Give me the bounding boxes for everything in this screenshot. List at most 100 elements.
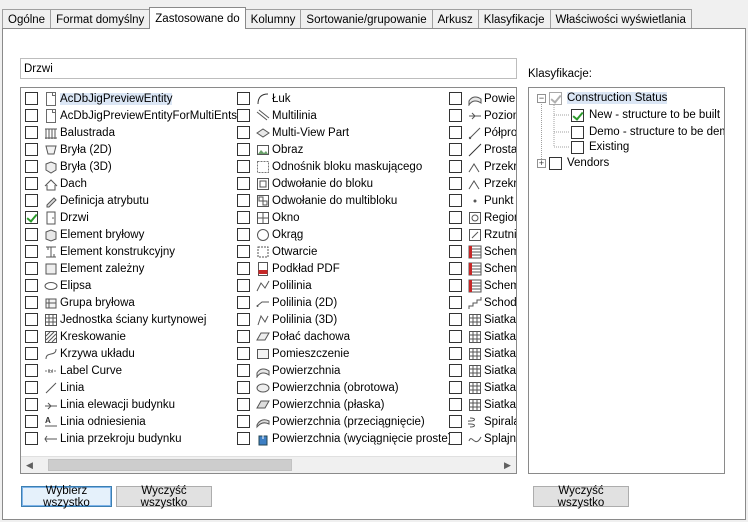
classification-checkbox[interactable] xyxy=(571,140,584,154)
object-type-checkbox[interactable] xyxy=(237,160,250,173)
classification-checkbox[interactable] xyxy=(571,125,584,139)
object-type-checkbox[interactable] xyxy=(449,330,462,343)
object-type-checkbox[interactable] xyxy=(25,160,38,173)
object-type-item[interactable]: Jednostka ściany kurtynowej xyxy=(25,311,237,328)
object-type-checkbox[interactable] xyxy=(449,398,462,411)
object-type-checkbox[interactable] xyxy=(449,109,462,122)
object-type-item[interactable]: Schody xyxy=(449,294,516,311)
object-type-checkbox[interactable] xyxy=(25,347,38,360)
object-type-item[interactable]: AcDbJigPreviewEntityForMultiEnts xyxy=(25,107,237,124)
object-type-item[interactable]: Okno xyxy=(237,209,452,226)
object-type-checkbox[interactable] xyxy=(449,415,462,428)
object-type-checkbox[interactable] xyxy=(237,109,250,122)
classification-checkbox[interactable] xyxy=(549,156,562,170)
object-type-item[interactable]: Kreskowanie xyxy=(25,328,237,345)
object-type-item[interactable]: Powierzchnia xyxy=(237,362,452,379)
tab-1[interactable]: Format domyślny xyxy=(50,9,151,29)
object-type-item[interactable]: A Linia odniesienia xyxy=(25,413,237,430)
classification-node[interactable]: New - structure to be built xyxy=(571,107,720,123)
tab-3[interactable]: Kolumny xyxy=(244,9,302,29)
classification-node[interactable]: − Construction Status xyxy=(537,90,668,106)
classification-node[interactable]: + Vendors xyxy=(537,155,609,171)
object-type-checkbox[interactable] xyxy=(25,109,38,122)
object-type-checkbox[interactable] xyxy=(449,160,462,173)
name-field[interactable] xyxy=(20,58,517,79)
object-type-item[interactable]: Linia xyxy=(25,379,237,396)
object-type-item[interactable]: lbl Label Curve xyxy=(25,362,237,379)
object-type-item[interactable]: Poziom xyxy=(449,107,516,124)
object-type-item[interactable]: Drzwi xyxy=(25,209,237,226)
object-type-item[interactable]: Multi-View Part xyxy=(237,124,452,141)
object-type-item[interactable]: Multilinia xyxy=(237,107,452,124)
object-type-checkbox[interactable] xyxy=(25,415,38,428)
object-type-list[interactable]: AcDbJigPreviewEntity AcDbJigPreviewEntity… xyxy=(20,87,517,474)
object-type-checkbox[interactable] xyxy=(237,347,250,360)
classification-checkbox[interactable] xyxy=(549,91,562,105)
object-type-item[interactable]: Rzutni xyxy=(449,226,516,243)
object-type-checkbox[interactable] xyxy=(237,92,250,105)
object-type-item[interactable]: Siatka xyxy=(449,396,516,413)
object-type-checkbox[interactable] xyxy=(25,92,38,105)
object-type-checkbox[interactable] xyxy=(25,398,38,411)
object-type-checkbox[interactable] xyxy=(237,330,250,343)
object-type-item[interactable]: Powierzchnia (wyciągnięcie proste) xyxy=(237,430,452,447)
object-type-item[interactable]: Krzywa układu xyxy=(25,345,237,362)
object-type-checkbox[interactable] xyxy=(449,364,462,377)
classification-node[interactable]: Demo - structure to be demolis xyxy=(571,124,724,140)
object-type-item[interactable]: Powierzchnia (płaska) xyxy=(237,396,452,413)
classification-node[interactable]: Existing xyxy=(571,139,629,155)
object-type-item[interactable]: Definicja atrybutu xyxy=(25,192,237,209)
object-type-item[interactable]: Punkt xyxy=(449,192,516,209)
object-type-item[interactable]: Balustrada xyxy=(25,124,237,141)
object-type-item[interactable]: Grupa bryłowa xyxy=(25,294,237,311)
object-type-item[interactable]: Linia przekroju budynku xyxy=(25,430,237,447)
object-type-item[interactable]: Przekro xyxy=(449,175,516,192)
object-type-item[interactable]: Podkład PDF xyxy=(237,260,452,277)
scroll-left-icon[interactable]: ◀ xyxy=(21,457,38,473)
object-type-checkbox[interactable] xyxy=(449,143,462,156)
object-type-item[interactable]: Siatka xyxy=(449,362,516,379)
object-type-item[interactable]: Bryła (3D) xyxy=(25,158,237,175)
object-type-checkbox[interactable] xyxy=(237,228,250,241)
object-type-checkbox[interactable] xyxy=(449,262,462,275)
object-type-item[interactable]: Obraz xyxy=(237,141,452,158)
tab-6[interactable]: Klasyfikacje xyxy=(477,9,551,29)
object-type-item[interactable]: AcDbJigPreviewEntity xyxy=(25,90,237,107)
object-type-item[interactable]: Bryła (2D) xyxy=(25,141,237,158)
object-type-item[interactable]: Powierzchnia (obrotowa) xyxy=(237,379,452,396)
object-type-checkbox[interactable] xyxy=(449,245,462,258)
classification-checkbox[interactable] xyxy=(571,108,584,122)
object-type-item[interactable]: Schem xyxy=(449,243,516,260)
tab-0[interactable]: Ogólne xyxy=(2,9,52,29)
object-type-item[interactable]: Polilinia (2D) xyxy=(237,294,452,311)
scrollbar-thumb[interactable] xyxy=(48,459,292,471)
classification-tree[interactable]: − Construction Status New - structure to b… xyxy=(528,87,725,474)
object-type-checkbox[interactable] xyxy=(25,228,38,241)
object-type-checkbox[interactable] xyxy=(449,347,462,360)
object-type-item[interactable]: Schem xyxy=(449,260,516,277)
scroll-right-icon[interactable]: ▶ xyxy=(499,457,516,473)
object-type-item[interactable]: Siatka xyxy=(449,328,516,345)
object-type-item[interactable]: Pomieszczenie xyxy=(237,345,452,362)
object-type-item[interactable]: Polilinia (3D) xyxy=(237,311,452,328)
object-type-checkbox[interactable] xyxy=(237,364,250,377)
tab-5[interactable]: Arkusz xyxy=(431,9,479,29)
object-type-item[interactable]: Łuk xyxy=(237,90,452,107)
object-type-item[interactable]: Region xyxy=(449,209,516,226)
tab-2[interactable]: Zastosowane do xyxy=(149,7,246,29)
object-type-checkbox[interactable] xyxy=(237,126,250,139)
tab-7[interactable]: Właściwości wyświetlania xyxy=(549,9,692,29)
object-type-item[interactable]: Powierzchnia (przeciągnięcie) xyxy=(237,413,452,430)
object-type-checkbox[interactable] xyxy=(449,432,462,445)
object-type-checkbox[interactable] xyxy=(449,92,462,105)
object-type-item[interactable]: Polilinia xyxy=(237,277,452,294)
object-type-item[interactable]: Odwołanie do bloku xyxy=(237,175,452,192)
object-type-item[interactable]: Okrąg xyxy=(237,226,452,243)
object-type-item[interactable]: Elipsa xyxy=(25,277,237,294)
object-type-item[interactable]: Dach xyxy=(25,175,237,192)
object-type-item[interactable]: Linia elewacji budynku xyxy=(25,396,237,413)
object-type-item[interactable]: Siatka xyxy=(449,379,516,396)
clear-all-button[interactable]: Wyczyść wszystko xyxy=(116,485,212,509)
object-type-checkbox[interactable] xyxy=(449,313,462,326)
tab-4[interactable]: Sortowanie/grupowanie xyxy=(300,9,433,29)
